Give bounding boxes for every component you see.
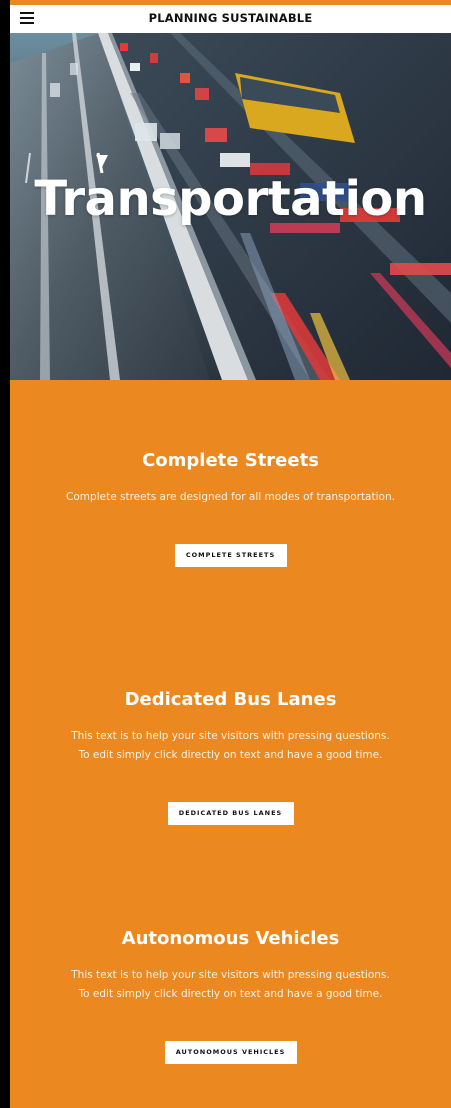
section-heading: Autonomous Vehicles (121, 928, 340, 949)
complete-streets-button[interactable]: COMPLETE STREETS (174, 544, 287, 567)
section-text: This text is to help your site visitors … (71, 730, 390, 742)
hero-title: Transportation (34, 171, 427, 227)
dedicated-bus-lanes-button[interactable]: DEDICATED BUS LANES (167, 802, 294, 825)
section-complete-streets: Complete Streets Complete streets are de… (10, 450, 451, 567)
section-text: To edit simply click directly on text an… (78, 749, 383, 761)
section-text: Complete streets are designed for all mo… (66, 491, 395, 503)
site-header: PLANNING SUSTAINABLE (10, 5, 451, 33)
page: PLANNING SUSTAINABLE Transportation Comp… (10, 0, 451, 1108)
section-heading: Dedicated Bus Lanes (124, 689, 337, 710)
section-heading: Complete Streets (142, 450, 319, 471)
hero-banner: Transportation (10, 33, 451, 380)
section-dedicated-bus-lanes: Dedicated Bus Lanes This text is to help… (10, 689, 451, 825)
section-autonomous-vehicles: Autonomous Vehicles This text is to help… (10, 928, 451, 1064)
site-title[interactable]: PLANNING SUSTAINABLE (10, 11, 451, 25)
section-text: This text is to help your site visitors … (71, 969, 390, 981)
section-text: To edit simply click directly on text an… (78, 988, 383, 1000)
autonomous-vehicles-button[interactable]: AUTONOMOUS VEHICLES (164, 1041, 297, 1064)
